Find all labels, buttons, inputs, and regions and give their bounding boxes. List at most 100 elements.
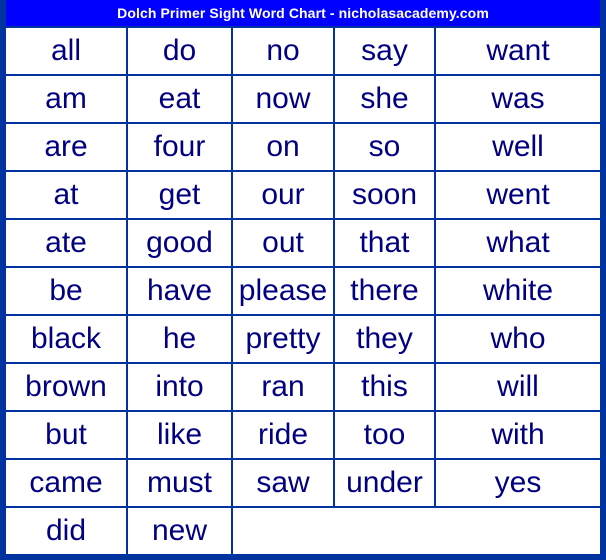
word-cell: saw [233, 460, 335, 506]
word-cell: please [233, 268, 335, 314]
word-cell: they [335, 316, 436, 362]
word-cell: he [128, 316, 233, 362]
word-label: eat [158, 82, 201, 115]
word-cell: so [335, 124, 436, 170]
word-cell: am [6, 76, 128, 122]
word-label: get [158, 178, 201, 211]
word-cell: be [6, 268, 128, 314]
word-cell: out [233, 220, 335, 266]
word-cell: did [6, 508, 128, 554]
word-label: with [491, 418, 545, 451]
word-cell: have [128, 268, 233, 314]
word-label: white [482, 274, 554, 307]
chart-frame: Dolch Primer Sight Word Chart - nicholas… [0, 0, 606, 560]
word-cell: say [335, 28, 436, 74]
word-row: but like ride too with [6, 412, 600, 460]
word-row: are four on so well [6, 124, 600, 172]
word-label: must [146, 466, 212, 499]
word-label: she [360, 82, 409, 115]
word-label: new [151, 514, 208, 547]
word-cell: our [233, 172, 335, 218]
word-cell: get [128, 172, 233, 218]
word-label: was [491, 82, 545, 115]
word-cell: black [6, 316, 128, 362]
word-label: black [30, 322, 102, 355]
word-label: ate [45, 226, 87, 259]
word-cell: this [335, 364, 436, 410]
word-cell: new [128, 508, 233, 554]
word-label: that [359, 226, 410, 259]
word-cell: four [128, 124, 233, 170]
word-cell: at [6, 172, 128, 218]
word-cell: pretty [233, 316, 335, 362]
word-row: all do no say want [6, 28, 600, 76]
word-cell: went [436, 172, 600, 218]
word-cell: brown [6, 364, 128, 410]
word-row: brown into ran this will [6, 364, 600, 412]
chart-title-bar: Dolch Primer Sight Word Chart - nicholas… [6, 0, 600, 26]
word-cell: do [128, 28, 233, 74]
word-label: ran [261, 370, 305, 403]
word-label: ride [257, 418, 309, 451]
word-label: into [155, 370, 204, 403]
word-label: will [497, 370, 539, 403]
word-label: four [153, 130, 206, 163]
word-cell: yes [436, 460, 600, 506]
word-cell: white [436, 268, 600, 314]
word-cell: now [233, 76, 335, 122]
word-label: say [361, 34, 408, 67]
word-cell: ran [233, 364, 335, 410]
word-label: have [146, 274, 213, 307]
word-row: at get our soon went [6, 172, 600, 220]
word-cell: was [436, 76, 600, 122]
word-label: did [45, 514, 87, 547]
word-cell: no [233, 28, 335, 74]
word-cell: will [436, 364, 600, 410]
word-label: under [346, 466, 423, 499]
word-row: be have please there white [6, 268, 600, 316]
word-cell: what [436, 220, 600, 266]
word-cell: there [335, 268, 436, 314]
word-cell: who [436, 316, 600, 362]
word-label: do [162, 34, 197, 67]
word-label: who [490, 322, 546, 355]
word-row: did new [6, 508, 600, 554]
word-cell: all [6, 28, 128, 74]
word-row: black he pretty they who [6, 316, 600, 364]
word-label: please [238, 274, 328, 307]
word-label: am [45, 82, 87, 115]
word-cell: under [335, 460, 436, 506]
word-row: ate good out that what [6, 220, 600, 268]
word-label: he [162, 322, 197, 355]
word-cell: well [436, 124, 600, 170]
word-label: went [486, 178, 550, 211]
word-label: they [356, 322, 413, 355]
word-label: brown [25, 370, 107, 403]
word-label: out [262, 226, 304, 259]
word-label: what [486, 226, 550, 259]
word-label: want [486, 34, 550, 67]
sight-word-grid: all do no say want am eat now she was are four on so w… [6, 26, 600, 554]
word-cell: are [6, 124, 128, 170]
word-label: at [53, 178, 79, 211]
page-title: Dolch Primer Sight Word Chart - nicholas… [117, 5, 489, 21]
word-cell: she [335, 76, 436, 122]
word-label: too [363, 418, 406, 451]
word-cell: ride [233, 412, 335, 458]
word-label: yes [494, 466, 542, 499]
word-cell: that [335, 220, 436, 266]
word-cell: like [128, 412, 233, 458]
word-label: our [261, 178, 305, 211]
word-label: came [29, 466, 103, 499]
word-cell: want [436, 28, 600, 74]
word-cell: soon [335, 172, 436, 218]
word-cell: with [436, 412, 600, 458]
word-cell: must [128, 460, 233, 506]
word-label: like [156, 418, 202, 451]
word-cell: eat [128, 76, 233, 122]
word-cell: too [335, 412, 436, 458]
word-label: there [350, 274, 419, 307]
word-row: am eat now she was [6, 76, 600, 124]
word-label: are [44, 130, 88, 163]
word-label: well [492, 130, 544, 163]
